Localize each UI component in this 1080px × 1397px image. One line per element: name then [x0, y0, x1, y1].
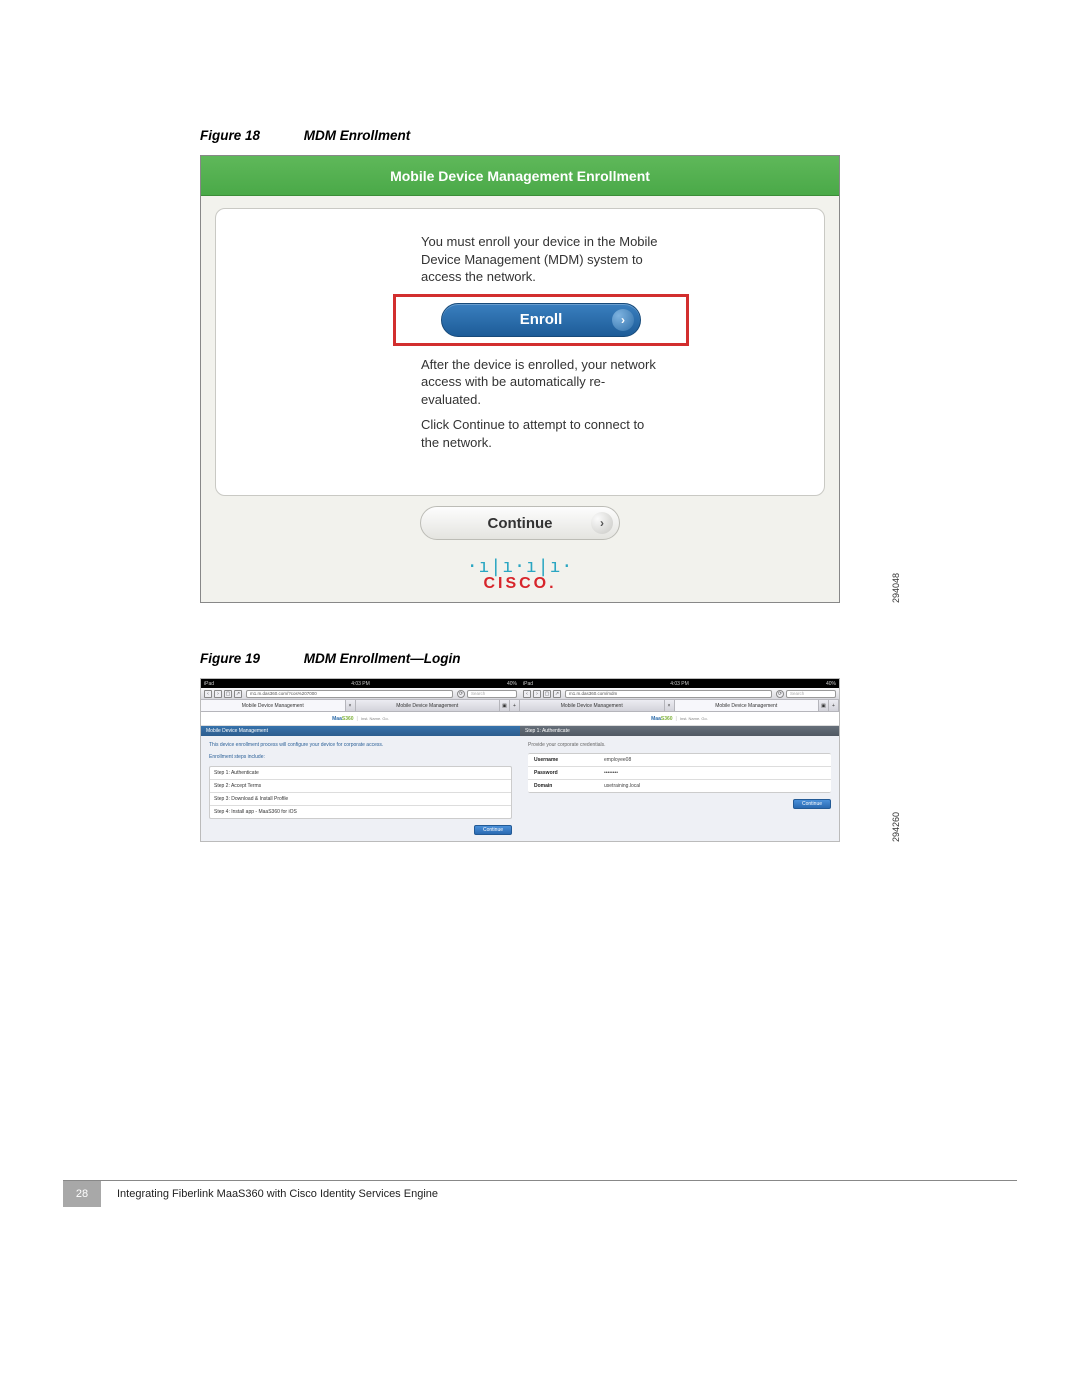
status-right: 40%	[826, 681, 836, 687]
ipad-right-content: Provide your corporate credentials. User…	[520, 736, 839, 841]
share-icon[interactable]: ↗	[234, 690, 242, 698]
reload-icon[interactable]: ⟳	[776, 690, 784, 698]
search-field[interactable]: Search	[786, 690, 836, 698]
list-item: Step 1: Authenticate	[210, 767, 511, 780]
bookmark-icon[interactable]: ▢	[224, 690, 232, 698]
domain-label: Domain	[534, 783, 604, 789]
figure18-num: Figure 18	[200, 128, 260, 143]
tab-bar: Mobile Device Management × Mobile Device…	[520, 700, 839, 712]
tab-right[interactable]: Mobile Device Management	[675, 700, 820, 711]
search-field[interactable]: Search	[467, 690, 517, 698]
continue-mini-button[interactable]: Continue	[793, 799, 831, 809]
tab-add[interactable]: +	[510, 700, 520, 711]
continue-mini-button[interactable]: Continue	[474, 825, 512, 835]
enroll-msg1: You must enroll your device in the Mobil…	[421, 233, 661, 286]
brand-row: MaaS360 | Inst. Name. Go.	[520, 712, 839, 726]
continue-button[interactable]: Continue ›	[420, 506, 620, 540]
domain-field[interactable]: usetraining.local	[604, 783, 640, 789]
forward-icon[interactable]: ›	[214, 690, 222, 698]
section-bar-left: Mobile Device Management	[201, 726, 520, 736]
back-icon[interactable]: ‹	[204, 690, 212, 698]
password-field[interactable]: ••••••••	[604, 770, 618, 776]
chevron-right-icon: ›	[612, 309, 634, 331]
figure18-title: MDM Enrollment	[304, 128, 411, 143]
figure19-code: 294260	[891, 812, 901, 842]
tab-close[interactable]: ×	[665, 700, 675, 711]
tab-add[interactable]: +	[829, 700, 839, 711]
enroll-body: You must enroll your device in the Mobil…	[215, 208, 825, 496]
figure18-caption: Figure 18 MDM Enrollment	[200, 128, 880, 143]
status-left: iPad	[204, 681, 214, 687]
cisco-text: CISCO.	[201, 576, 839, 592]
chevron-right-icon: ›	[591, 512, 613, 534]
footer-title: Integrating Fiberlink MaaS360 with Cisco…	[101, 1181, 1017, 1207]
form-row-domain: Domain usetraining.local	[528, 780, 831, 793]
ipad-row: iPad 4:03 PM 40% ‹ › ▢ ↗ m1.m.das360.com…	[200, 678, 840, 842]
login-form: Username employee08 Password •••••••• Do…	[528, 753, 831, 793]
share-icon[interactable]: ↗	[553, 690, 561, 698]
list-item: Step 3: Download & Install Profile	[210, 793, 511, 806]
status-center: 4:03 PM	[670, 681, 689, 687]
url-field[interactable]: m1.m.das360.com/mdm	[565, 690, 772, 698]
status-right: 40%	[507, 681, 517, 687]
tab-left[interactable]: Mobile Device Management	[520, 700, 665, 711]
tab-left[interactable]: Mobile Device Management	[201, 700, 346, 711]
intro-text: This device enrollment process will conf…	[209, 742, 512, 748]
continue-button-label: Continue	[488, 515, 553, 532]
tab-close[interactable]: ×	[346, 700, 356, 711]
status-center: 4:03 PM	[351, 681, 370, 687]
enroll-panel: Mobile Device Management Enrollment You …	[200, 155, 840, 603]
tab-right[interactable]: Mobile Device Management	[356, 700, 501, 711]
form-row-username: Username employee08	[528, 753, 831, 767]
reload-icon[interactable]: ⟳	[457, 690, 465, 698]
figure19-caption: Figure 19 MDM Enrollment—Login	[200, 651, 880, 666]
cisco-logo: ·ı|ı·ı|ı· CISCO.	[201, 558, 839, 592]
steps-subtitle: Enrollment steps include:	[209, 754, 512, 760]
page-footer: 28 Integrating Fiberlink MaaS360 with Ci…	[63, 1180, 1017, 1207]
enroll-msg3: Click Continue to attempt to connect to …	[421, 416, 661, 451]
password-label: Password	[534, 770, 604, 776]
figure18-wrap: Mobile Device Management Enrollment You …	[200, 155, 880, 603]
list-item: Step 2: Accept Terms	[210, 780, 511, 793]
username-field[interactable]: employee08	[604, 757, 631, 763]
section-bar-right: Step 1: Authenticate	[520, 726, 839, 736]
brand-row: MaaS360 | Inst. Name. Go.	[201, 712, 520, 726]
enroll-header: Mobile Device Management Enrollment	[201, 156, 839, 196]
back-icon[interactable]: ‹	[523, 690, 531, 698]
figure19-num: Figure 19	[200, 651, 260, 666]
forward-icon[interactable]: ›	[533, 690, 541, 698]
tab-bookmark-icon[interactable]: ▣	[819, 700, 829, 711]
bookmark-icon[interactable]: ▢	[543, 690, 551, 698]
list-item: Step 4: Install app - MaaS360 for iOS	[210, 806, 511, 818]
ipad-left: iPad 4:03 PM 40% ‹ › ▢ ↗ m1.m.das360.com…	[201, 679, 520, 841]
ipad-right: iPad 4:03 PM 40% ‹ › ▢ ↗ m1.m.das360.com…	[520, 679, 839, 841]
enroll-button[interactable]: Enroll ›	[441, 303, 641, 337]
enroll-highlight-box: Enroll ›	[393, 294, 689, 346]
step-list: Step 1: Authenticate Step 2: Accept Term…	[209, 766, 512, 819]
browser-toolbar: ‹ › ▢ ↗ m1.m.das360.com/mdm ⟳ Search	[520, 688, 839, 700]
figure18-code: 294048	[891, 573, 901, 603]
url-field[interactable]: m1.m.das360.com/?cos%207000	[246, 690, 453, 698]
cisco-bars-icon: ·ı|ı·ı|ı·	[201, 558, 839, 576]
enroll-button-label: Enroll	[520, 310, 563, 330]
status-left: iPad	[523, 681, 533, 687]
tab-bookmark-icon[interactable]: ▣	[500, 700, 510, 711]
page-number: 28	[63, 1181, 101, 1207]
status-bar: iPad 4:03 PM 40%	[201, 679, 520, 688]
ipad-left-content: This device enrollment process will conf…	[201, 736, 520, 841]
figure19-title: MDM Enrollment—Login	[304, 651, 461, 666]
enroll-msg2: After the device is enrolled, your netwo…	[421, 356, 661, 409]
form-row-password: Password ••••••••	[528, 767, 831, 780]
status-bar: iPad 4:03 PM 40%	[520, 679, 839, 688]
figure19-wrap: iPad 4:03 PM 40% ‹ › ▢ ↗ m1.m.das360.com…	[200, 678, 880, 842]
username-label: Username	[534, 757, 604, 763]
credentials-hint: Provide your corporate credentials.	[528, 742, 831, 748]
tab-bar: Mobile Device Management × Mobile Device…	[201, 700, 520, 712]
browser-toolbar: ‹ › ▢ ↗ m1.m.das360.com/?cos%207000 ⟳ Se…	[201, 688, 520, 700]
